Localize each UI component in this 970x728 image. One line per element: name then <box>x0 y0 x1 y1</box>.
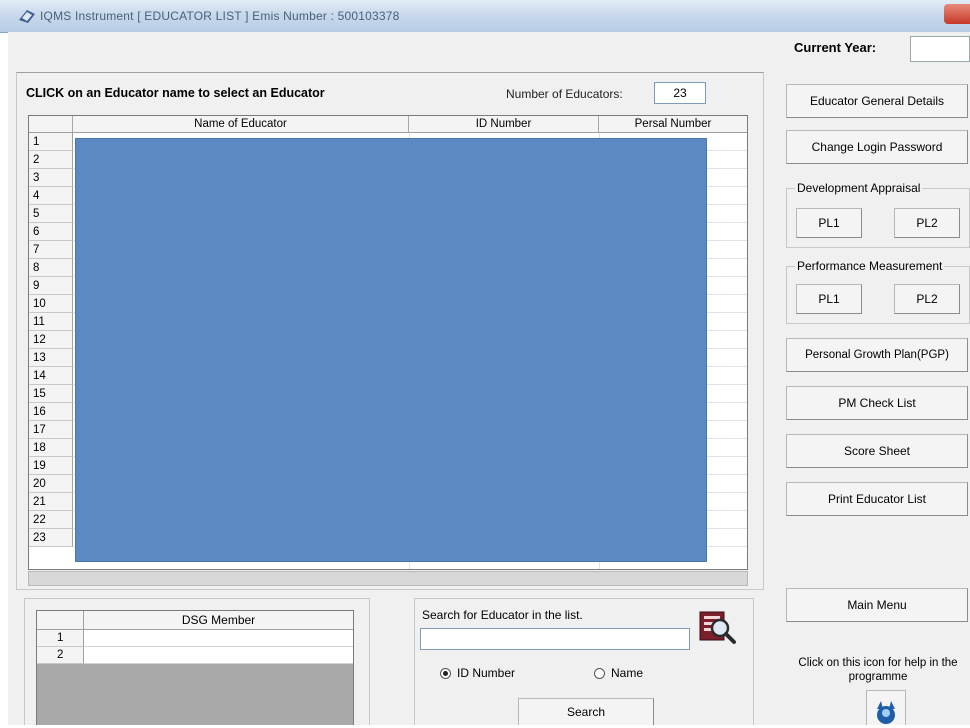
educator-grid[interactable]: Name of Educator ID Number Persal Number… <box>28 115 748 570</box>
development-appraisal-label: Development Appraisal <box>795 181 923 195</box>
search-label: Search for Educator in the list. <box>422 608 583 622</box>
row-number[interactable]: 23 <box>29 529 73 547</box>
dsg-row-number: 2 <box>37 647 83 664</box>
row-number[interactable]: 5 <box>29 205 73 223</box>
redaction-overlay <box>75 138 707 562</box>
row-number[interactable]: 12 <box>29 331 73 349</box>
row-number[interactable]: 16 <box>29 403 73 421</box>
row-number[interactable]: 8 <box>29 259 73 277</box>
dsg-member-column-header[interactable]: DSG Member <box>83 611 353 629</box>
row-number[interactable]: 2 <box>29 151 73 169</box>
column-header-persal[interactable]: Persal Number <box>599 116 747 132</box>
row-number[interactable]: 21 <box>29 493 73 511</box>
grid-corner <box>29 116 73 132</box>
list-instruction: CLICK on an Educator name to select an E… <box>26 86 325 100</box>
dsg-member-cell[interactable] <box>83 647 353 664</box>
help-instruction: Click on this icon for help in the progr… <box>798 657 958 683</box>
dsg-member-cell[interactable] <box>83 630 353 647</box>
dsg-grid-header: DSG Member <box>37 611 353 630</box>
column-header-id[interactable]: ID Number <box>409 116 599 132</box>
radio-selected-indicator <box>440 668 451 680</box>
help-character-icon <box>877 701 895 724</box>
row-number[interactable]: 10 <box>29 295 73 313</box>
print-educator-list-button[interactable]: Print Educator List <box>786 482 968 516</box>
radio-name[interactable]: Name <box>594 666 643 680</box>
row-number[interactable]: 17 <box>29 421 73 439</box>
pm-check-list-button[interactable]: PM Check List <box>786 386 968 420</box>
educator-general-details-button[interactable]: Educator General Details <box>786 84 968 118</box>
window-title: IQMS Instrument [ EDUCATOR LIST ] Emis N… <box>40 9 400 23</box>
horizontal-scrollbar[interactable] <box>28 571 748 586</box>
dsg-row-number: 1 <box>37 630 83 647</box>
performance-measurement-pl2-button[interactable]: PL2 <box>894 284 960 314</box>
row-number[interactable]: 1 <box>29 133 73 151</box>
development-appraisal-pl1-button[interactable]: PL1 <box>796 208 862 238</box>
radio-unselected-indicator <box>594 668 605 680</box>
search-button[interactable]: Search <box>518 698 654 725</box>
dsg-member-grid[interactable]: DSG Member 1 2 <box>36 610 354 725</box>
grid-header: Name of Educator ID Number Persal Number <box>29 116 747 133</box>
search-input[interactable] <box>420 628 690 650</box>
row-number[interactable]: 6 <box>29 223 73 241</box>
row-number[interactable]: 18 <box>29 439 73 457</box>
row-number[interactable]: 22 <box>29 511 73 529</box>
row-number-column: 1 2 3 4 5 6 7 8 9 10 11 12 13 14 15 16 17 18 19 20 21 22 23 <box>29 133 73 547</box>
change-login-password-button[interactable]: Change Login Password <box>786 130 968 164</box>
performance-measurement-label: Performance Measurement <box>795 259 945 273</box>
personal-growth-plan-button[interactable]: Personal Growth Plan(PGP) <box>786 338 968 372</box>
row-number[interactable]: 14 <box>29 367 73 385</box>
row-number[interactable]: 11 <box>29 313 73 331</box>
performance-measurement-pl1-button[interactable]: PL1 <box>796 284 862 314</box>
current-year-label: Current Year: <box>794 40 877 55</box>
search-list-icon[interactable] <box>696 606 738 648</box>
column-header-name[interactable]: Name of Educator <box>73 116 409 132</box>
educator-count-value: 23 <box>654 82 706 104</box>
dsg-row[interactable]: 1 <box>37 630 353 647</box>
radio-id-number-label: ID Number <box>457 666 516 680</box>
row-number[interactable]: 13 <box>29 349 73 367</box>
radio-id-number[interactable]: ID Number <box>440 666 515 680</box>
close-button[interactable] <box>944 4 970 24</box>
radio-name-label: Name <box>611 666 644 680</box>
title-bar: IQMS Instrument [ EDUCATOR LIST ] Emis N… <box>0 0 970 33</box>
main-menu-button[interactable]: Main Menu <box>786 588 968 622</box>
row-number[interactable]: 4 <box>29 187 73 205</box>
row-number[interactable]: 15 <box>29 385 73 403</box>
row-number[interactable]: 7 <box>29 241 73 259</box>
app-icon <box>19 10 35 23</box>
development-appraisal-pl2-button[interactable]: PL2 <box>894 208 960 238</box>
current-year-field[interactable] <box>910 36 970 62</box>
row-number[interactable]: 20 <box>29 475 73 493</box>
row-number[interactable]: 19 <box>29 457 73 475</box>
educator-count-label: Number of Educators: <box>506 87 623 101</box>
score-sheet-button[interactable]: Score Sheet <box>786 434 968 468</box>
row-number[interactable]: 3 <box>29 169 73 187</box>
dsg-row[interactable]: 2 <box>37 647 353 664</box>
row-number[interactable]: 9 <box>29 277 73 295</box>
help-icon[interactable] <box>866 690 906 725</box>
